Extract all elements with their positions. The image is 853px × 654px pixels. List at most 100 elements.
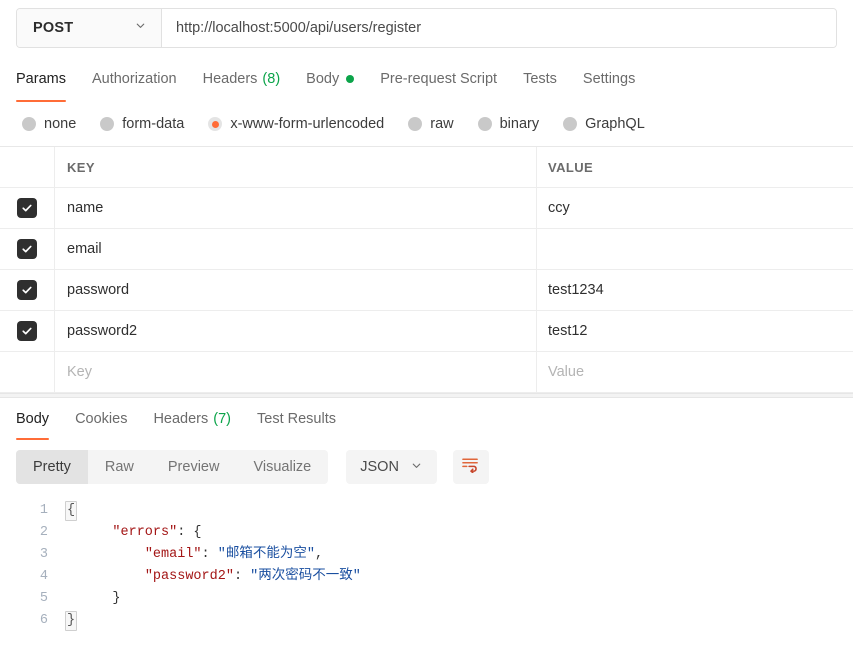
empty-row-key-placeholder: Key bbox=[67, 364, 92, 380]
header-checkbox-cell bbox=[0, 147, 55, 187]
line-number: 2 bbox=[39, 525, 48, 540]
tab-pre-request-script[interactable]: Pre-request Script bbox=[367, 56, 510, 102]
code-token: "password2" bbox=[144, 569, 234, 584]
body-type-urlencoded[interactable]: x-www-form-urlencoded bbox=[208, 116, 384, 132]
row-value-text: test1234 bbox=[548, 282, 604, 298]
radio-icon bbox=[100, 117, 115, 131]
body-type-form-data-label: form-data bbox=[122, 116, 185, 132]
row-value-text: ccy bbox=[548, 200, 570, 216]
code-token: : bbox=[233, 569, 251, 584]
word-wrap-toggle-button[interactable] bbox=[452, 450, 489, 484]
table-row: email bbox=[0, 229, 853, 270]
row-checkbox-cell bbox=[0, 188, 55, 228]
view-mode-preview-label: Preview bbox=[167, 459, 220, 475]
view-mode-visualize-label: Visualize bbox=[253, 459, 312, 475]
tab-params-label: Params bbox=[16, 71, 66, 87]
view-mode-preview[interactable]: Preview bbox=[151, 450, 237, 484]
row-key-cell[interactable]: password bbox=[55, 270, 537, 310]
body-type-none-label: none bbox=[44, 116, 77, 132]
fold-marker-close[interactable]: } bbox=[65, 611, 77, 631]
response-body-code[interactable]: 1 2 3 4 5 6 { } "errors": { "email": "邮箱… bbox=[0, 494, 853, 632]
row-key-text: password2 bbox=[67, 323, 138, 339]
response-tab-cookies-label: Cookies bbox=[75, 411, 128, 427]
radio-icon bbox=[408, 117, 423, 131]
response-tabs: Body Cookies Headers (7) Test Results bbox=[0, 398, 853, 440]
body-modified-dot-icon bbox=[346, 75, 355, 83]
response-tab-cookies[interactable]: Cookies bbox=[62, 398, 140, 440]
code-content: "errors": { "email": "邮箱不能为空", "password… bbox=[80, 500, 853, 632]
row-value-cell[interactable]: ccy bbox=[537, 188, 853, 228]
tab-authorization-label: Authorization bbox=[91, 71, 177, 87]
line-number: 4 bbox=[39, 569, 48, 584]
response-format-toolbar: Pretty Raw Preview Visualize JSON bbox=[0, 440, 853, 494]
row-value-text: test12 bbox=[548, 323, 588, 339]
header-key-label: KEY bbox=[67, 159, 95, 175]
row-value-cell[interactable] bbox=[537, 229, 853, 269]
response-tab-test-results[interactable]: Test Results bbox=[244, 398, 349, 440]
code-token: "errors" bbox=[112, 525, 178, 540]
code-fold-gutter[interactable]: { } bbox=[62, 500, 80, 632]
radio-icon bbox=[22, 117, 36, 131]
row-value-cell[interactable]: test12 bbox=[537, 311, 853, 351]
tab-headers[interactable]: Headers (8) bbox=[190, 56, 294, 102]
body-type-raw[interactable]: raw bbox=[408, 116, 454, 132]
row-checkbox-checked-icon[interactable] bbox=[17, 239, 37, 259]
line-number: 5 bbox=[39, 591, 48, 606]
view-mode-visualize[interactable]: Visualize bbox=[236, 450, 328, 484]
tab-body[interactable]: Body bbox=[293, 56, 367, 102]
row-value-cell[interactable]: test1234 bbox=[537, 270, 853, 310]
body-type-none[interactable]: none bbox=[22, 116, 76, 132]
tab-settings[interactable]: Settings bbox=[570, 56, 648, 102]
body-type-raw-label: raw bbox=[430, 116, 454, 132]
response-tab-headers-label: Headers bbox=[153, 411, 209, 427]
table-row: name ccy bbox=[0, 188, 853, 229]
body-type-binary[interactable]: binary bbox=[477, 116, 539, 132]
table-row: password test1234 bbox=[0, 270, 853, 311]
http-method-selector[interactable]: POST bbox=[17, 9, 162, 47]
tab-tests[interactable]: Tests bbox=[510, 56, 570, 102]
code-token: : { bbox=[177, 525, 202, 540]
row-key-cell[interactable]: name bbox=[55, 188, 537, 228]
tab-headers-label: Headers bbox=[202, 71, 258, 87]
tab-pre-request-script-label: Pre-request Script bbox=[380, 71, 498, 87]
row-checkbox-checked-icon[interactable] bbox=[17, 321, 37, 341]
body-type-urlencoded-label: x-www-form-urlencoded bbox=[230, 116, 385, 132]
response-tab-headers[interactable]: Headers (7) bbox=[140, 398, 244, 440]
body-type-graphql[interactable]: GraphQL bbox=[563, 116, 645, 132]
word-wrap-icon bbox=[461, 456, 480, 478]
response-format-selector[interactable]: JSON bbox=[346, 450, 437, 484]
body-params-table: KEY VALUE name ccy email password test12… bbox=[0, 146, 853, 393]
chevron-down-icon bbox=[134, 19, 147, 37]
row-key-cell[interactable]: password2 bbox=[55, 311, 537, 351]
row-key-text: password bbox=[67, 282, 130, 298]
radio-icon bbox=[477, 117, 492, 131]
url-input[interactable]: http://localhost:5000/api/users/register bbox=[162, 9, 836, 47]
response-tab-headers-count: (7) bbox=[213, 411, 231, 427]
view-mode-pretty[interactable]: Pretty bbox=[16, 450, 88, 484]
code-token: "邮箱不能为空" bbox=[217, 547, 315, 562]
empty-row-checkbox-cell bbox=[0, 352, 55, 392]
row-checkbox-checked-icon[interactable] bbox=[17, 198, 37, 218]
fold-marker-open[interactable]: { bbox=[65, 501, 77, 521]
tab-settings-label: Settings bbox=[582, 71, 636, 87]
tab-authorization[interactable]: Authorization bbox=[79, 56, 190, 102]
empty-row-key-cell[interactable]: Key bbox=[55, 352, 537, 392]
response-tab-body[interactable]: Body bbox=[16, 398, 62, 440]
response-format-label: JSON bbox=[360, 459, 399, 475]
row-key-text: name bbox=[67, 200, 104, 216]
code-line: } bbox=[80, 588, 853, 610]
line-number: 3 bbox=[39, 547, 48, 562]
table-row: password2 test12 bbox=[0, 311, 853, 352]
view-mode-raw[interactable]: Raw bbox=[88, 450, 151, 484]
row-checkbox-checked-icon[interactable] bbox=[17, 280, 37, 300]
view-mode-raw-label: Raw bbox=[104, 459, 134, 475]
body-type-form-data[interactable]: form-data bbox=[100, 116, 184, 132]
table-empty-row: Key Value bbox=[0, 352, 853, 393]
empty-row-value-cell[interactable]: Value bbox=[537, 352, 853, 392]
row-key-cell[interactable]: email bbox=[55, 229, 537, 269]
tab-params[interactable]: Params bbox=[16, 56, 79, 102]
